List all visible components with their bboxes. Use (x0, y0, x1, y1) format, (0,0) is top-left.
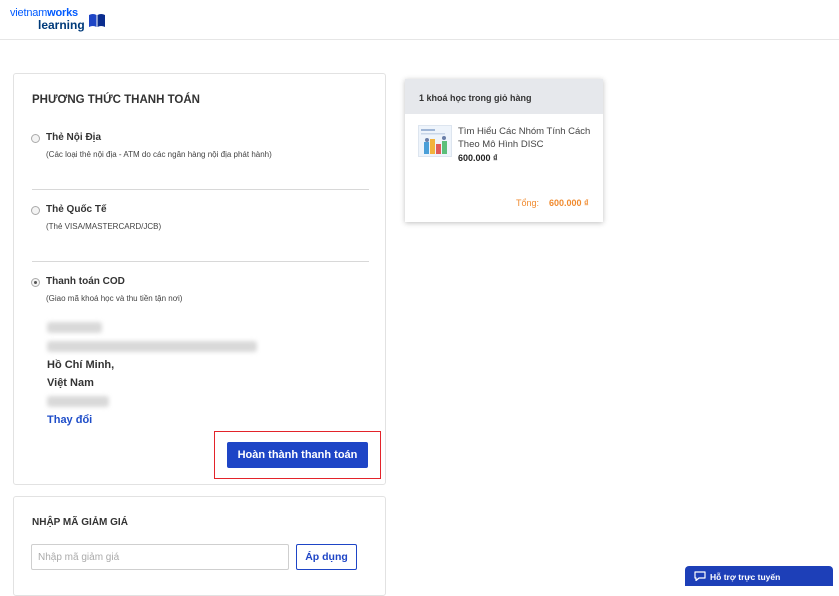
payment-method-card: PHƯƠNG THỨC THANH TOÁN Thẻ Nội Địa (Các … (13, 73, 386, 485)
course-name[interactable]: Tìm Hiểu Các Nhóm Tính Cách Theo Mô Hình… (458, 125, 596, 151)
open-book-icon (89, 14, 105, 27)
address-city: Hồ Chí Minh, (47, 359, 115, 371)
radio-international-card[interactable] (31, 206, 40, 215)
option-domestic-card-label: Thẻ Nội Địa (46, 132, 102, 143)
option-cod-desc: (Giao mã khoá học và thu tiền tận nơi) (46, 294, 183, 303)
coupon-title: NHẬP MÃ GIẢM GIÁ (32, 517, 128, 528)
course-thumbnail[interactable] (418, 125, 452, 157)
radio-domestic-card[interactable] (31, 134, 40, 143)
logo-text-learning: learning (38, 18, 85, 32)
apply-coupon-button[interactable]: Áp dụng (296, 544, 357, 570)
live-support-button[interactable]: Hỗ trợ trực tuyến (685, 566, 833, 586)
blurred-recipient-name (47, 322, 102, 333)
cart-summary: 1 khoá học trong giỏ hàng Tìm Hiểu Các N… (405, 79, 603, 222)
blurred-street-address (47, 341, 257, 352)
payment-method-title: PHƯƠNG THỨC THANH TOÁN (32, 94, 200, 106)
complete-payment-highlight: Hoàn thành thanh toán (214, 431, 381, 479)
coupon-card: NHẬP MÃ GIẢM GIÁ Áp dụng (13, 496, 386, 596)
change-address-link[interactable]: Thay đổi (47, 414, 92, 426)
radio-cod[interactable] (31, 278, 40, 287)
coupon-input[interactable] (31, 544, 289, 570)
option-cod-label: Thanh toán COD (46, 276, 125, 287)
course-thumbnail-image (421, 129, 447, 154)
address-country: Việt Nam (47, 377, 94, 389)
top-header: vietnamworks learning (0, 0, 839, 40)
vietnamworks-learning-logo[interactable]: vietnamworks learning (10, 8, 110, 32)
chat-bubble-icon (694, 571, 706, 581)
total-value: 600.000 ₫ (549, 198, 589, 208)
divider (32, 189, 369, 190)
course-price: 600.000 ₫ (458, 153, 498, 163)
cart-header: 1 khoá học trong giỏ hàng (405, 79, 603, 114)
total-label: Tổng: (516, 198, 540, 208)
option-domestic-card-desc: (Các loại thẻ nội địa - ATM do các ngân … (46, 150, 272, 159)
option-international-card-desc: (Thẻ VISA/MASTERCARD/JCB) (46, 222, 162, 231)
divider (32, 261, 369, 262)
complete-payment-button[interactable]: Hoàn thành thanh toán (227, 442, 368, 468)
cart-header-text: 1 khoá học trong giỏ hàng (419, 93, 532, 103)
option-international-card-label: Thẻ Quốc Tế (46, 204, 107, 215)
blurred-phone-number (47, 396, 109, 407)
